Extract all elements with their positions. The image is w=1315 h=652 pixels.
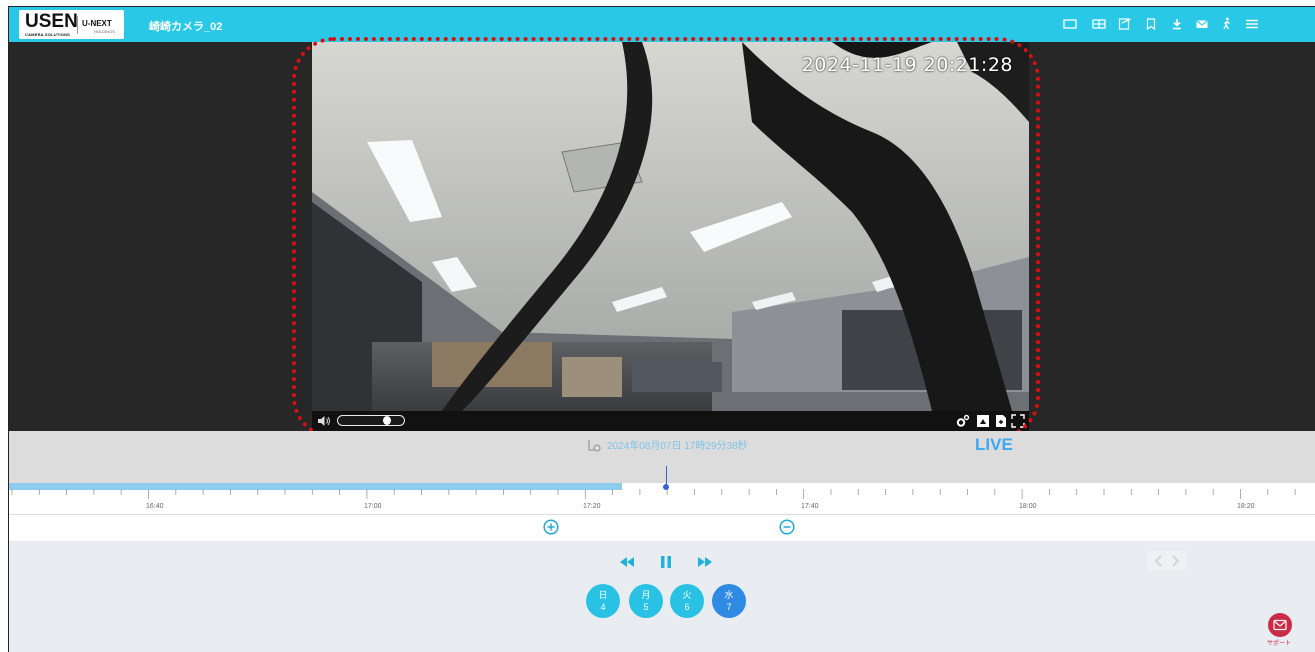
video-timestamp: 2024-11-19 20:21:28 [801,54,1013,76]
support-label: サポート [1267,641,1292,647]
timeline-ticks [11,489,1296,499]
logo-divider [77,16,78,34]
previous-arrow-icon[interactable] [1154,555,1164,567]
pause-icon[interactable] [655,553,677,571]
download-icon[interactable] [1168,16,1186,32]
recording-info-bar: 2024年08月07日 17時29分38秒 LIVE [9,431,1315,458]
recording-datetime: 2024年08月07日 17時29分38秒 [607,441,748,452]
logo-partner-text: U-NEXT [82,19,112,28]
day-date: 5 [643,602,649,612]
timeline-track[interactable]: 16:40 17:00 17:20 17:40 18:00 18:20 [9,483,1315,514]
day-date: 7 [726,602,732,612]
day-weekday: 日 [598,590,608,600]
timeline-label: 18:00 [1019,503,1037,510]
menu-icon[interactable] [1243,16,1261,32]
logo-partner-sub-text: HOLDINGS [94,29,115,34]
day-button-tue[interactable]: 火 6 [670,584,704,618]
day-weekday: 水 [724,590,734,600]
volume-slider[interactable] [337,415,405,426]
brand-logo[interactable]: USEN CAMERA SOLUTIONS U-NEXT HOLDINGS [19,10,124,39]
day-date: 6 [684,602,690,612]
mail-icon[interactable] [1193,16,1211,32]
volume-slider-knob[interactable] [383,416,391,425]
camera-switch-arrows [1147,551,1187,571]
rewind-icon[interactable] [616,553,638,571]
zoom-in-icon[interactable] [543,519,559,535]
grid-view-icon[interactable] [1090,16,1108,32]
recording-info: 2024年08月07日 17時29分38秒 [587,437,748,452]
single-view-icon[interactable] [1061,16,1079,32]
video-frame-image [312,42,1029,411]
snapshot-icon[interactable] [976,414,990,428]
day-button-mon[interactable]: 月 5 [629,584,663,618]
walking-person-icon[interactable] [1218,16,1236,32]
day-date: 4 [600,602,606,612]
day-button-sun[interactable]: 日 4 [586,584,620,618]
fast-forward-icon[interactable] [694,553,716,571]
live-button[interactable]: LIVE [975,435,1013,455]
camera-title: 崎崎カメラ_02 [149,21,223,33]
timeline-label: 16:40 [146,503,164,510]
top-header: USEN CAMERA SOLUTIONS U-NEXT HOLDINGS 崎崎… [9,7,1315,42]
next-arrow-icon[interactable] [1170,555,1180,567]
timeline-label: 17:40 [801,503,819,510]
support-button[interactable] [1268,613,1292,637]
day-button-wed[interactable]: 水 7 [712,584,746,618]
camera-video-feed[interactable]: 2024-11-19 20:21:28 [312,42,1029,411]
support-mail-icon [1273,619,1287,631]
zoom-out-icon[interactable] [779,519,795,535]
day-weekday: 火 [682,590,692,600]
timeline-cursor-handle[interactable] [663,484,669,490]
timeline-label: 17:20 [583,503,601,510]
volume-icon[interactable] [316,413,332,429]
edit-icon[interactable] [1116,16,1134,32]
settings-gear-icon[interactable] [956,414,970,428]
zoom-bar [9,514,1315,542]
logo-usen-text: USEN [25,11,78,32]
export-icon[interactable] [994,414,1008,428]
timeline-label: 17:00 [364,503,382,510]
app-frame: USEN CAMERA SOLUTIONS U-NEXT HOLDINGS 崎崎… [8,6,1315,652]
fullscreen-icon[interactable] [1011,414,1025,428]
timeline-header [9,458,1315,483]
day-weekday: 月 [641,590,651,600]
recording-time-icon [587,438,601,452]
playback-controls-area: 日 4 月 5 火 6 水 7 [9,541,1315,652]
video-control-bar [312,411,1029,431]
bookmark-icon[interactable] [1142,16,1160,32]
timeline-label: 18:20 [1237,503,1255,510]
logo-sub-text: CAMERA SOLUTIONS [25,32,71,37]
